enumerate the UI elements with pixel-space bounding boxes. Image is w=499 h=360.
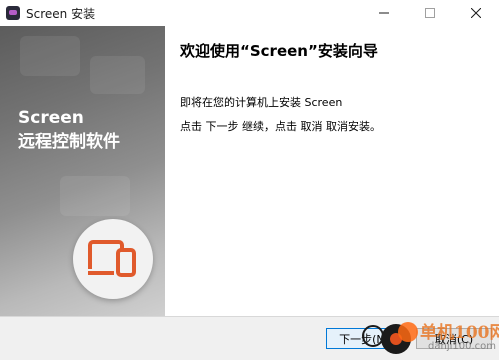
banner-texture (60, 176, 130, 216)
instruction-text: 点击 下一步 继续，点击 取消 取消安装。 (180, 120, 381, 133)
app-icon (6, 6, 20, 20)
side-banner: Screen 远程控制软件 (0, 26, 165, 316)
minimize-button[interactable] (361, 0, 407, 26)
maximize-icon (425, 8, 435, 18)
watermark-url: danji100.com (428, 341, 496, 352)
maximize-button[interactable] (407, 0, 453, 26)
banner-app-name: Screen (18, 108, 84, 128)
banner-texture (90, 56, 145, 94)
banner-tagline: 远程控制软件 (18, 132, 120, 152)
title-bar: Screen 安装 (0, 0, 499, 26)
app-logo (73, 219, 153, 299)
watermark-brand: 单机100网 (420, 323, 499, 343)
window-title: Screen 安装 (26, 7, 96, 21)
install-info-text: 即将在您的计算机上安装 Screen (180, 96, 343, 109)
close-button[interactable] (453, 0, 499, 26)
minimize-icon (379, 12, 389, 14)
watermark-logo-icon (398, 322, 418, 342)
remote-devices-icon (88, 240, 136, 277)
close-icon (471, 8, 481, 18)
banner-texture (20, 36, 80, 76)
wizard-heading: 欢迎使用“Screen”安装向导 (180, 42, 378, 60)
installer-window: Screen 安装 Screen 远程控制软件 欢迎使用“Screen”安装向导… (0, 0, 499, 360)
